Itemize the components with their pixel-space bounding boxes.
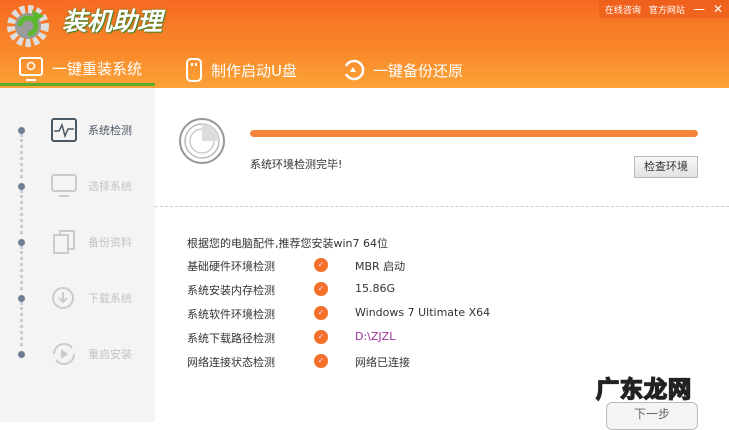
step-dot xyxy=(18,238,25,246)
download-icon xyxy=(52,287,74,309)
official-site-link[interactable]: 官方网站 xyxy=(649,3,685,16)
check-row: 网络连接状态检测 ✓ 网络已连接 xyxy=(187,352,587,370)
step-dot xyxy=(18,350,25,358)
check-value: 15.86G xyxy=(355,282,396,295)
step-download-system: 下载系统 xyxy=(0,283,155,313)
step-label: 系统检测 xyxy=(88,124,132,137)
step-label: 下载系统 xyxy=(88,292,132,305)
step-dot xyxy=(18,182,25,190)
main-nav: 一键重装系统 制作启动U盘 一键备份还原 xyxy=(0,54,463,86)
tab-backup-restore[interactable]: 一键备份还原 xyxy=(325,54,463,86)
documents-icon xyxy=(53,230,75,254)
watermark: 广东龙网 xyxy=(595,376,692,404)
step-dot xyxy=(18,126,25,134)
check-row: 基础硬件环境检测 ✓ MBR 启动 xyxy=(187,256,587,274)
app-title: 装机助理 xyxy=(62,7,163,36)
check-passed-icon: ✓ xyxy=(314,330,328,344)
check-row: 系统下载路径检测 ✓ D:\ZJZL xyxy=(187,328,587,346)
check-passed-icon: ✓ xyxy=(314,282,328,296)
recommendation-text: 根据您的电脑配件,推荐您安装win7 64位 xyxy=(187,237,389,250)
tab-label: 一键备份还原 xyxy=(373,61,464,80)
check-row: 系统安装内存检测 ✓ 15.86G xyxy=(187,280,587,298)
window-controls: 在线咨询 官方网站 — ✕ xyxy=(598,0,729,18)
step-label: 备份资料 xyxy=(88,236,132,249)
usb-drive-icon xyxy=(186,58,202,82)
detection-status: 系统环境检测完毕! xyxy=(250,158,343,171)
dashed-divider xyxy=(155,206,729,207)
app-logo-gear-icon xyxy=(7,5,49,47)
check-label: 系统软件环境检测 xyxy=(187,308,275,321)
close-button[interactable]: ✕ xyxy=(713,2,723,16)
step-label: 重启安装 xyxy=(88,348,132,361)
check-passed-icon: ✓ xyxy=(314,258,328,272)
step-dot xyxy=(18,294,25,302)
step-system-check: 系统检测 xyxy=(0,115,155,145)
restart-play-icon xyxy=(53,343,75,365)
monitor-icon xyxy=(51,174,77,197)
tab-make-usb[interactable]: 制作启动U盘 xyxy=(155,54,325,86)
check-row: 系统软件环境检测 ✓ Windows 7 Ultimate X64 xyxy=(187,304,587,322)
tab-label: 制作启动U盘 xyxy=(211,61,297,80)
minimize-button[interactable]: — xyxy=(693,2,705,16)
check-environment-button[interactable]: 检查环境 xyxy=(634,156,698,178)
scan-radar-icon xyxy=(179,118,225,164)
online-consult-link[interactable]: 在线咨询 xyxy=(605,3,641,16)
next-step-button[interactable]: 下一步 xyxy=(606,402,698,430)
detection-progress-bar xyxy=(250,130,698,137)
check-value: D:\ZJZL xyxy=(355,330,396,343)
step-backup-data: 备份资料 xyxy=(0,227,155,257)
check-value: Windows 7 Ultimate X64 xyxy=(355,306,491,319)
tab-label: 一键重装系统 xyxy=(52,60,143,78)
check-passed-icon: ✓ xyxy=(314,306,328,320)
monitor-refresh-icon xyxy=(19,56,43,81)
check-value: MBR 启动 xyxy=(355,260,406,273)
check-label: 系统安装内存检测 xyxy=(187,284,275,297)
header: 装机助理 在线咨询 官方网站 — ✕ 一键重装系统 制作启动U盘 一键备份还原 xyxy=(0,0,729,88)
step-reboot-install: 重启安装 xyxy=(0,339,155,369)
check-passed-icon: ✓ xyxy=(314,354,328,368)
check-label: 网络连接状态检测 xyxy=(187,356,275,369)
check-label: 基础硬件环境检测 xyxy=(187,260,275,273)
step-label: 选择系统 xyxy=(88,180,132,193)
progress-fill xyxy=(250,130,698,137)
steps-sidebar: 系统检测 选择系统 备份资料 下载系统 重启安装 xyxy=(0,88,155,422)
pulse-monitor-icon xyxy=(51,118,77,142)
check-value: 网络已连接 xyxy=(355,356,410,369)
step-select-system: 选择系统 xyxy=(0,171,155,201)
tab-one-click-reinstall[interactable]: 一键重装系统 xyxy=(0,54,155,86)
restore-icon xyxy=(344,59,365,81)
check-label: 系统下载路径检测 xyxy=(187,332,275,345)
